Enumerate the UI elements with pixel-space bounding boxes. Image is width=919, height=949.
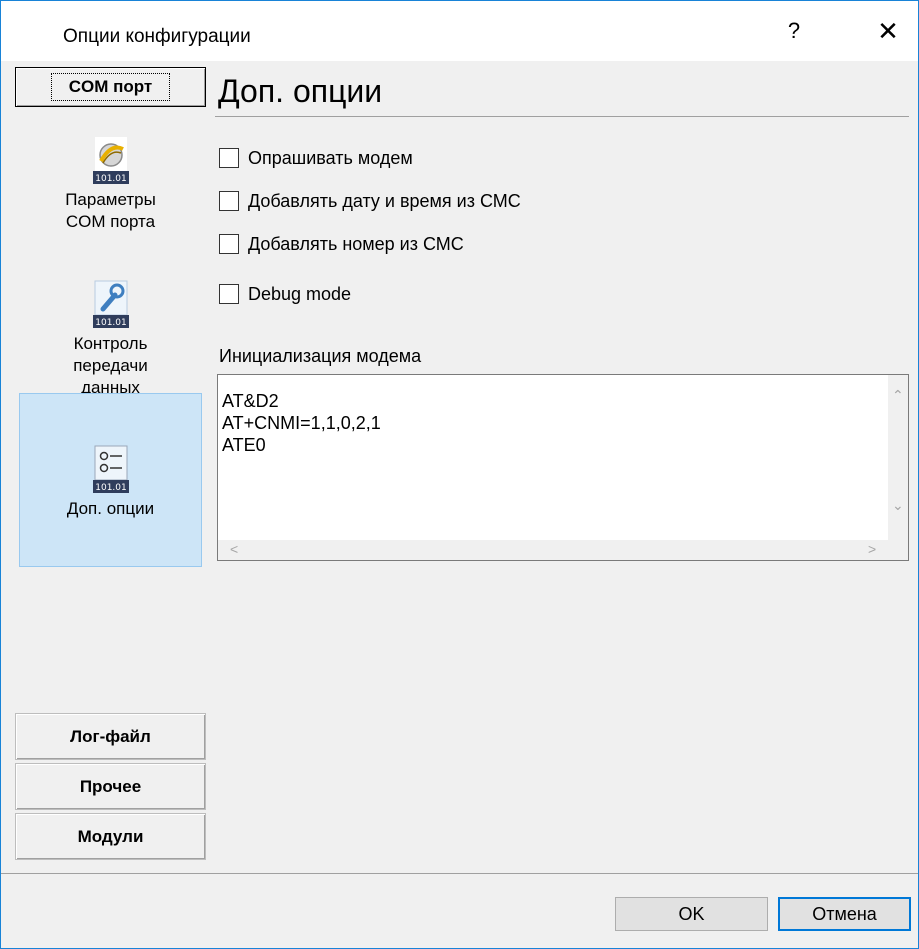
icon-badge-text: 101.01 (95, 318, 127, 328)
poll-modem-label: Опрашивать модем (248, 147, 413, 168)
debug-mode-label: Debug mode (248, 283, 352, 304)
group-other-button[interactable]: Прочее (15, 763, 206, 810)
sidebar-item-label: COM порта (65, 212, 156, 231)
plug-icon: 101.01 (92, 135, 129, 185)
add-datetime-label: Добавлять дату и время из СМС (248, 190, 521, 211)
add-datetime-checkbox-row[interactable]: Добавлять дату и время из СМС (219, 189, 521, 213)
config-dialog: Опции конфигурации ? ✕ COM порт 101.01 П… (0, 0, 919, 949)
add-datetime-checkbox[interactable] (219, 191, 239, 211)
group-log-file-label: Лог-файл (70, 726, 151, 746)
wrench-icon: 101.01 (92, 279, 129, 329)
ok-button[interactable]: OK (615, 897, 768, 931)
help-button[interactable]: ? (764, 1, 824, 61)
group-modules-button[interactable]: Модули (15, 813, 206, 860)
group-com-port-button[interactable]: COM порт (15, 67, 206, 107)
scrollbar-corner (888, 523, 908, 560)
panel-title: Доп. опции (218, 73, 383, 109)
sidebar-item-label: Контроль (73, 334, 148, 353)
panel-divider (215, 116, 909, 117)
scroll-left-icon[interactable]: < (230, 541, 238, 557)
sidebar-item-label: Доп. опции (66, 499, 155, 518)
footer-divider (1, 873, 918, 874)
scroll-right-icon[interactable]: > (868, 541, 876, 557)
add-number-checkbox-row[interactable]: Добавлять номер из СМС (219, 232, 464, 256)
scroll-up-icon[interactable]: ⌃ (892, 387, 904, 404)
add-number-checkbox[interactable] (219, 234, 239, 254)
poll-modem-checkbox[interactable] (219, 148, 239, 168)
modem-init-text[interactable]: AT&D2 AT+CNMI=1,1,0,2,1 ATE0 (222, 390, 381, 456)
cancel-button[interactable]: Отмена (778, 897, 911, 931)
window-title: Опции конфигурации (63, 26, 251, 47)
sidebar-item-data-control[interactable]: 101.01 Контроль передачи данных (19, 273, 202, 403)
vertical-scrollbar[interactable]: ⌃ ⌄ (888, 375, 908, 523)
title-bar: Опции конфигурации ? ✕ (1, 1, 918, 61)
sidebar-item-label: передачи (73, 356, 148, 375)
add-number-label: Добавлять номер из СМС (248, 233, 464, 254)
group-log-file-button[interactable]: Лог-файл (15, 713, 206, 760)
group-other-label: Прочее (79, 776, 142, 796)
modem-init-label: Инициализация модема (219, 346, 422, 366)
debug-mode-checkbox-row[interactable]: Debug mode (219, 282, 351, 306)
close-button[interactable]: ✕ (858, 1, 918, 61)
sidebar-item-extra-options[interactable]: 101.01 Доп. опции (19, 393, 202, 567)
close-icon: ✕ (877, 15, 899, 46)
poll-modem-checkbox-row[interactable]: Опрашивать модем (219, 146, 413, 170)
group-modules-label: Модули (77, 826, 144, 846)
help-icon: ? (787, 18, 801, 43)
icon-badge-text: 101.01 (95, 174, 127, 184)
options-list-icon: 101.01 (92, 444, 129, 494)
sidebar-item-label: Параметры (65, 190, 156, 209)
modem-init-textarea[interactable]: AT&D2 AT+CNMI=1,1,0,2,1 ATE0 ⌃ ⌄ < > (217, 374, 909, 561)
scroll-down-icon[interactable]: ⌄ (892, 497, 904, 514)
debug-mode-checkbox[interactable] (219, 284, 239, 304)
sidebar-item-com-params[interactable]: 101.01 Параметры COM порта (19, 129, 202, 264)
group-com-port-label: COM порт (50, 73, 171, 101)
horizontal-scrollbar[interactable]: < > (218, 540, 888, 560)
icon-badge-text: 101.01 (95, 483, 127, 493)
